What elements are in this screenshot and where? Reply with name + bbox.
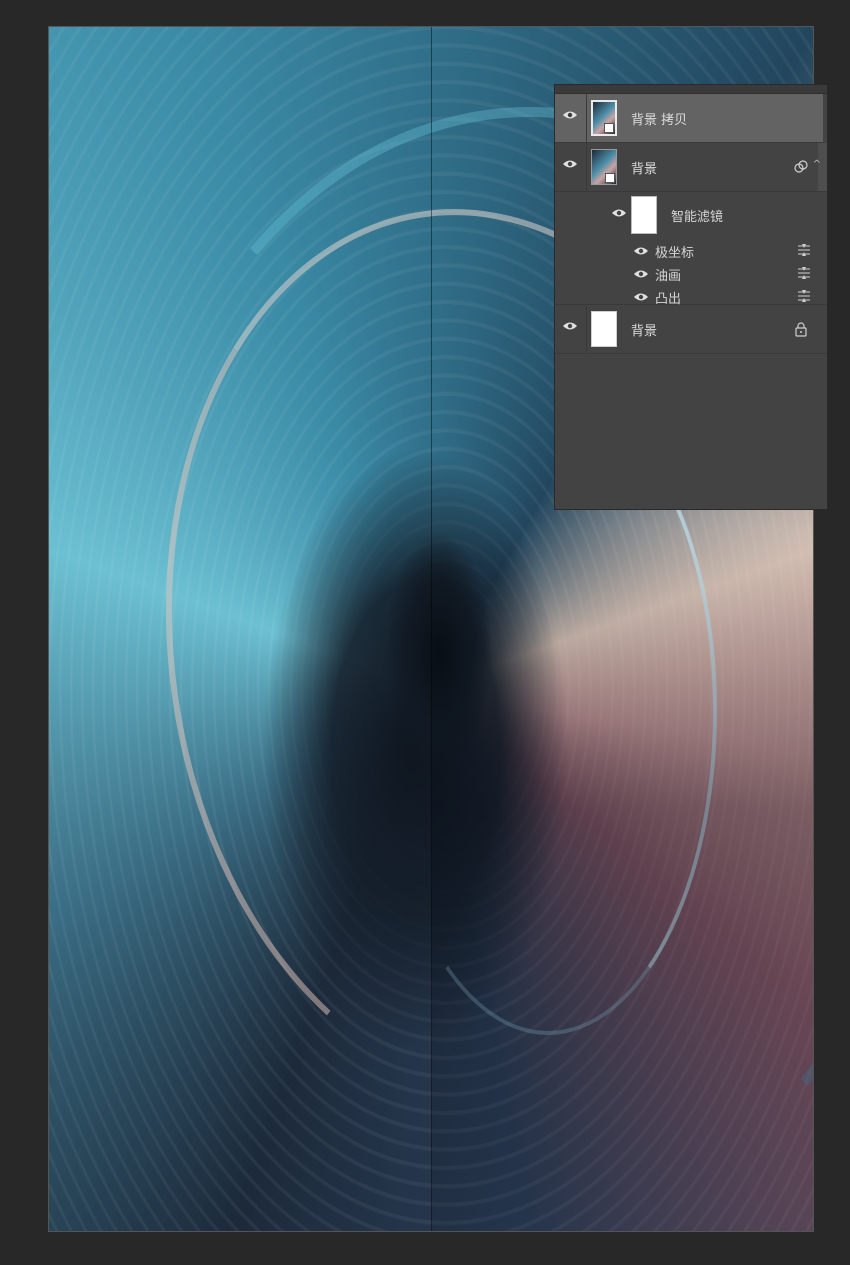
smart-filters-header[interactable]: 智能滤镜 xyxy=(555,192,827,240)
smart-object-icon xyxy=(605,173,615,183)
filter-mask-thumbnail[interactable] xyxy=(631,196,657,234)
smart-filters-group: 智能滤镜 极坐标 油画 凸出 xyxy=(555,192,827,307)
swirl-shadow xyxy=(432,527,813,1231)
filter-name[interactable]: 极坐标 xyxy=(655,242,694,261)
eye-icon[interactable] xyxy=(562,159,578,169)
layer-row-background-smart[interactable]: 背景 ^ xyxy=(555,143,827,192)
layer-row-background-copy[interactable]: 背景 拷贝 xyxy=(555,94,823,143)
smart-object-icon xyxy=(604,123,614,133)
panel-header xyxy=(555,85,827,94)
layer-thumbnail[interactable] xyxy=(591,311,617,347)
eye-icon[interactable] xyxy=(633,269,649,279)
eye-icon[interactable] xyxy=(611,208,627,218)
smart-filter-icon[interactable] xyxy=(793,159,809,175)
eye-icon[interactable] xyxy=(633,246,649,256)
eye-icon[interactable] xyxy=(562,321,578,331)
filter-item-polar-coordinates[interactable]: 极坐标 xyxy=(555,240,827,262)
blending-options-icon[interactable] xyxy=(797,289,811,303)
lock-icon[interactable] xyxy=(793,321,809,337)
canvas-seam xyxy=(431,27,432,1231)
layers-panel: 背景 拷贝 背景 ^ 智能滤镜 极坐标 油画 凸出 背景 xyxy=(554,84,828,510)
layer-name[interactable]: 背景 拷贝 xyxy=(631,109,687,128)
filter-item-oil-paint[interactable]: 油画 xyxy=(555,263,827,285)
layer-row-background[interactable]: 背景 xyxy=(555,305,827,354)
chevron-up-icon[interactable]: ^ xyxy=(813,159,821,170)
eye-icon[interactable] xyxy=(562,110,578,120)
blending-options-icon[interactable] xyxy=(797,266,811,280)
layer-name[interactable]: 背景 xyxy=(631,158,657,177)
layer-thumbnail[interactable] xyxy=(591,149,617,185)
eye-icon[interactable] xyxy=(633,292,649,302)
filter-name[interactable]: 油画 xyxy=(655,265,681,284)
smart-filters-title[interactable]: 智能滤镜 xyxy=(671,206,723,225)
blending-options-icon[interactable] xyxy=(797,243,811,257)
layer-thumbnail[interactable] xyxy=(591,100,617,136)
layer-name[interactable]: 背景 xyxy=(631,320,657,339)
